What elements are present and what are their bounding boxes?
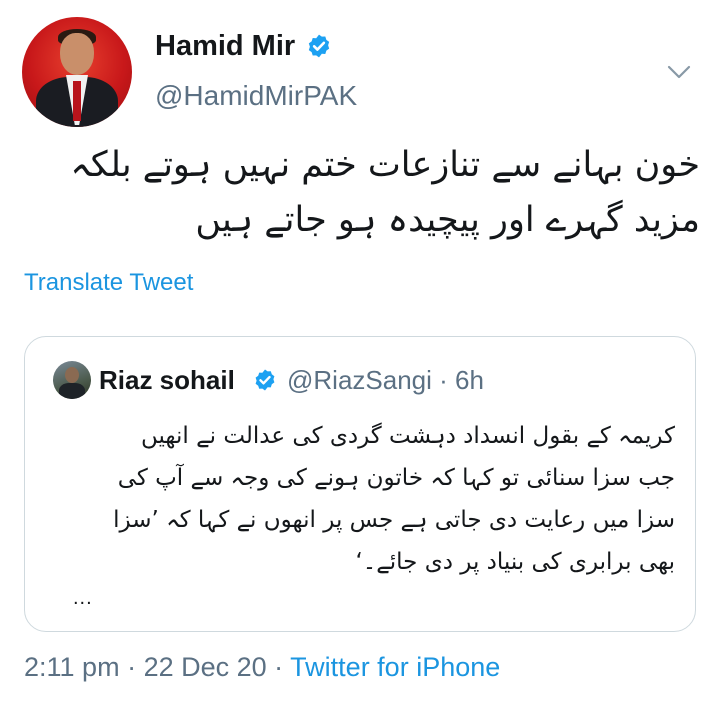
quoted-handle-time: @RiazSangi · 6h xyxy=(287,365,484,396)
quoted-tweet-card[interactable]: Riaz sohail @RiazSangi · 6h کریمہ کے بقو… xyxy=(24,336,696,632)
quoted-time: · 6h xyxy=(439,365,484,395)
quoted-handle: @RiazSangi xyxy=(287,365,432,395)
quoted-line: کریمہ کے بقول انسداد دہشت گردی کی عدالت … xyxy=(140,423,675,449)
quoted-avatar-body xyxy=(59,383,85,399)
quoted-line: بھی برابری کی بنیاد پر دی جائے۔‘ xyxy=(355,549,676,575)
verified-badge-icon xyxy=(255,369,275,391)
tweet-text: خون بہانے سے تنازعات ختم نہیں ہوتے بلکہ … xyxy=(20,138,700,248)
avatar-tie xyxy=(73,81,81,121)
quoted-ellipsis: ... xyxy=(73,587,93,609)
tweet-time[interactable]: 2:11 pm xyxy=(24,652,120,682)
quoted-text: کریمہ کے بقول انسداد دہشت گردی کی عدالت … xyxy=(45,415,675,583)
tweet-date[interactable]: 22 Dec 20 xyxy=(144,652,267,682)
quoted-author-name: Riaz sohail xyxy=(99,365,235,395)
author-handle[interactable]: @HamidMirPAK xyxy=(155,80,357,112)
quoted-avatar-face xyxy=(65,367,79,383)
chevron-down-icon[interactable] xyxy=(666,62,692,82)
avatar-face xyxy=(60,33,94,75)
tweet-source-link[interactable]: Twitter for iPhone xyxy=(290,652,500,682)
translate-tweet-link[interactable]: Translate Tweet xyxy=(24,269,193,297)
verified-badge-icon xyxy=(308,34,330,58)
quoted-line: سزا میں رعایت دی جاتی ہے جس پر انھوں نے … xyxy=(113,507,675,533)
tweet-line: مزید گہرے اور پیچیدہ ہو جاتے ہیں xyxy=(195,200,700,240)
author-name[interactable]: Hamid Mir xyxy=(155,30,295,63)
meta-separator: · xyxy=(266,652,291,682)
tweet-line: خون بہانے سے تنازعات ختم نہیں ہوتے بلکہ xyxy=(70,145,700,185)
tweet-meta: 2:11 pm · 22 Dec 20 · Twitter for iPhone xyxy=(24,652,500,683)
author-avatar[interactable] xyxy=(22,17,132,127)
quoted-line: جب سزا سنائی تو کہا کہ خاتون ہونے کی وجہ… xyxy=(117,465,675,491)
meta-separator: · xyxy=(119,652,144,682)
quoted-avatar xyxy=(53,361,91,399)
